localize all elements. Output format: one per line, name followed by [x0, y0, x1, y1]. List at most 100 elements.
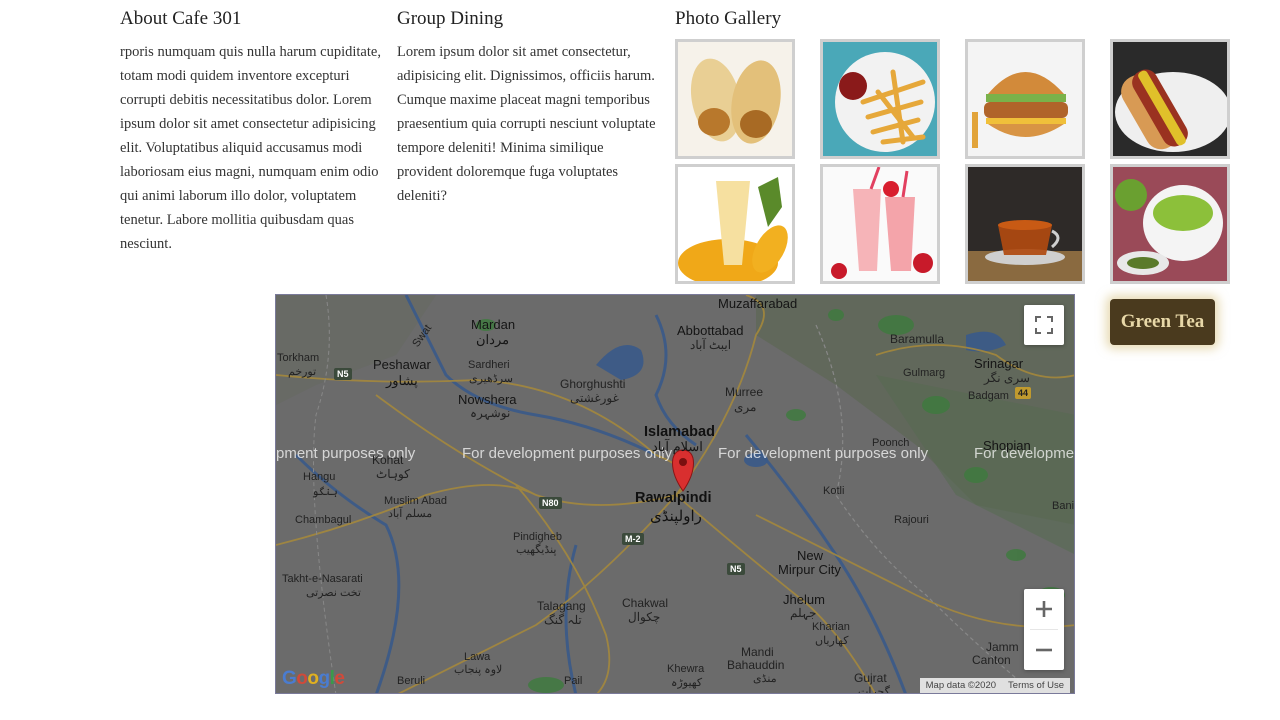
- label-jammu: Jamm: [986, 640, 1019, 654]
- label-islamabad-ur: اسلام آباد: [652, 439, 703, 454]
- label-badgam: Badgam: [968, 390, 1009, 402]
- burger-image: [968, 42, 1082, 156]
- fullscreen-icon: [1035, 316, 1053, 334]
- label-jhelum: Jhelum: [783, 592, 825, 607]
- label-islamabad: Islamabad: [644, 424, 715, 440]
- label-hangu: Hangu: [303, 471, 336, 483]
- label-peshawar: Peshawar: [373, 357, 431, 372]
- label-muzaffarabad: Muzaffarabad: [718, 296, 798, 311]
- road-shield-n5: N5: [334, 368, 352, 380]
- tea-image: [968, 167, 1082, 281]
- terms-of-use-link[interactable]: Terms of Use: [1008, 680, 1064, 691]
- label-nowshera: Nowshera: [458, 392, 517, 407]
- group-dining-text: Lorem ipsum dolor sit amet consectetur, …: [397, 44, 656, 204]
- label-baramulla: Baramulla: [890, 332, 945, 346]
- label-abbottabad: Abbottabad: [677, 323, 744, 338]
- gallery-thumb-green-tea[interactable]: [1110, 164, 1230, 284]
- label-srinagar: Srinagar: [974, 356, 1024, 371]
- label-hangu-ur: ہنگو: [312, 486, 338, 498]
- road-shield-n80: N80: [539, 497, 562, 509]
- hotdog-image: [1113, 42, 1227, 156]
- photo-gallery-title: Photo Gallery: [675, 8, 782, 29]
- mango-shake-image: [678, 167, 792, 281]
- label-mardan: Mardan: [471, 317, 516, 332]
- label-kotli: Kotli: [823, 485, 845, 497]
- label-abbottabad-ur: ایبٹ آباد: [690, 338, 732, 352]
- zoom-controls: [1024, 589, 1064, 670]
- label-gulmarg: Gulmarg: [903, 367, 946, 379]
- fullscreen-button[interactable]: [1024, 305, 1064, 345]
- label-muslim-abad-ur: مسلم آباد: [388, 508, 433, 520]
- label-lawa: Lawa: [464, 651, 491, 663]
- label-chakwal: Chakwal: [622, 596, 669, 610]
- label-rawalpindi: Rawalpindi: [635, 490, 712, 506]
- about-text: rporis numquam quis nulla harum cupidita…: [120, 44, 381, 252]
- label-lawa-ur: لاوہ پنجاب: [454, 664, 503, 676]
- label-mardan-ur: مردان: [476, 332, 510, 347]
- label-takht-ur: تخت نصرتی: [306, 587, 361, 599]
- label-pindigheb-ur: پنڈیگھیب: [516, 544, 557, 556]
- fries-image: [823, 42, 937, 156]
- green-tea-image: [1113, 167, 1227, 281]
- label-takht: Takht-e-Nasarati: [282, 573, 363, 585]
- group-dining-title: Group Dining: [397, 8, 504, 29]
- google-logo[interactable]: Google: [282, 668, 345, 690]
- label-kharian-ur: کھاریاں: [815, 635, 849, 647]
- label-talagang: Talagang: [537, 599, 586, 613]
- gallery-thumb-strawberry-shake[interactable]: [820, 164, 940, 284]
- label-rajouri: Rajouri: [894, 514, 929, 526]
- label-ghorghushti: Ghorghushti: [560, 377, 626, 391]
- label-kohat: Kohat: [372, 453, 404, 467]
- gallery-thumb-wraps[interactable]: [675, 39, 795, 159]
- label-cantonment: Canton: [972, 653, 1011, 667]
- map-attribution: Map data ©2020 Terms of Use: [919, 678, 1070, 693]
- about-title: About Cafe 301: [120, 8, 242, 29]
- label-nowshera-ur: نوشہرہ: [470, 406, 511, 420]
- label-jhelum-ur: جہلم: [790, 606, 817, 620]
- label-rawalpindi-ur: راولپنڈی: [650, 508, 702, 525]
- label-bani: Bani: [1052, 500, 1075, 512]
- label-chambagul: Chambagul: [295, 514, 352, 526]
- label-murree-ur: مری: [734, 400, 757, 414]
- gallery-thumb-tea[interactable]: [965, 164, 1085, 284]
- label-mandi: Mandi: [741, 645, 774, 659]
- zoom-out-button[interactable]: [1024, 630, 1064, 670]
- map-data-text: Map data ©2020: [925, 680, 997, 691]
- label-new: New: [797, 548, 824, 563]
- gallery-thumb-hotdog[interactable]: [1110, 39, 1230, 159]
- label-chakwal-ur: چکوال: [628, 610, 661, 624]
- minus-icon: [1036, 648, 1052, 652]
- road-shield-n5-south: N5: [727, 563, 745, 575]
- label-pindigheb: Pindigheb: [513, 531, 562, 543]
- dev-watermark-2: For development purposes only: [462, 445, 673, 462]
- label-kohat-ur: کوہاٹ: [376, 467, 410, 481]
- label-beruli: Beruli: [397, 675, 426, 687]
- label-khewra: Khewra: [667, 663, 705, 675]
- label-muslim-abad: Muslim Abad: [384, 495, 447, 507]
- google-map[interactable]: pment purposes only For development purp…: [275, 294, 1075, 694]
- label-gujrat-ur: گجرات: [858, 686, 890, 694]
- road-shield-44: 44: [1015, 387, 1032, 399]
- label-torkham-ur: تورخم: [288, 366, 317, 378]
- gallery-hover-caption: Green Tea: [1110, 299, 1215, 345]
- wraps-image: [678, 42, 792, 156]
- label-pail: Pail: [564, 675, 583, 687]
- label-shopian: Shopian: [983, 438, 1031, 453]
- label-bahauddin: Bahauddin: [727, 658, 785, 672]
- zoom-in-button[interactable]: [1024, 589, 1064, 629]
- road-shield-m2: M-2: [622, 533, 644, 545]
- label-poonch: Poonch: [872, 437, 910, 449]
- gallery-thumb-fries[interactable]: [820, 39, 940, 159]
- gallery-thumb-mango-shake[interactable]: [675, 164, 795, 284]
- label-torkham: Torkham: [277, 352, 320, 364]
- label-kharian: Kharian: [812, 621, 850, 633]
- label-murree: Murree: [725, 385, 764, 399]
- label-gujrat: Gujrat: [854, 671, 887, 685]
- label-sardheri-ur: سرڈھیری: [469, 373, 513, 385]
- label-khewra-ur: کھیوڑہ: [671, 677, 703, 689]
- gallery-thumb-burger[interactable]: [965, 39, 1085, 159]
- strawberry-shake-image: [823, 167, 937, 281]
- label-mirpur-city: Mirpur City: [778, 562, 841, 577]
- label-sardheri: Sardheri: [468, 359, 510, 371]
- label-peshawar-ur: پشاور: [386, 373, 418, 388]
